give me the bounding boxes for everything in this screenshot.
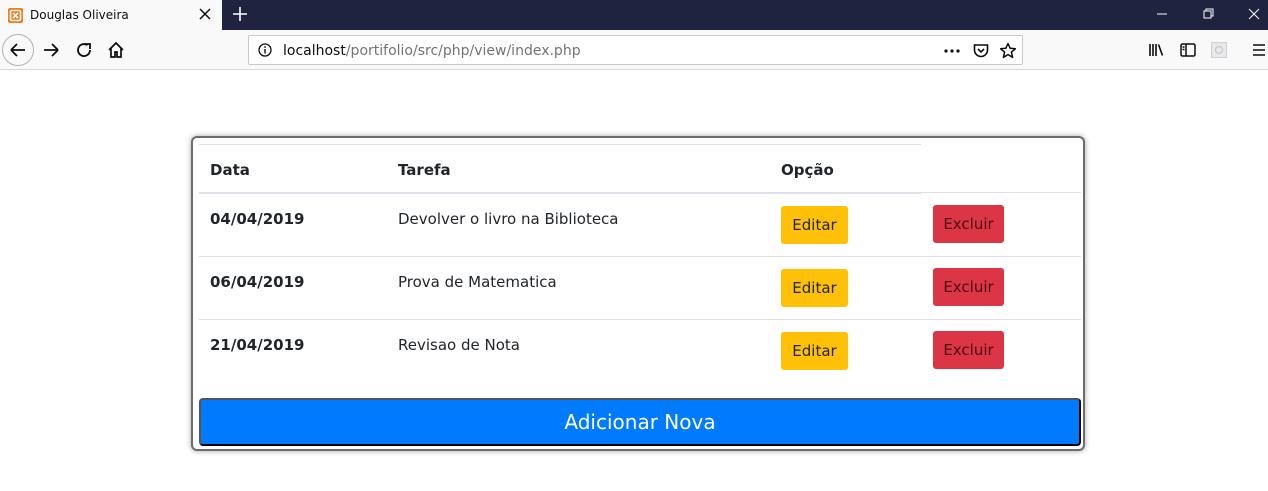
row-task: Devolver o livro na Biblioteca [398,210,619,228]
table-row: 06/04/2019 Prova de Matematica Editar Ex… [199,256,1081,319]
browser-navbar: localhost/portifolio/src/php/view/index.… [0,30,1268,70]
home-icon[interactable] [107,41,125,59]
browser-tab[interactable]: Douglas Oliveira [0,0,222,30]
info-icon[interactable] [258,43,272,57]
url-bar[interactable]: localhost/portifolio/src/php/view/index.… [248,35,1023,65]
browser-titlebar: Douglas Oliveira [0,0,1268,30]
minimize-icon[interactable] [1154,6,1170,22]
restore-icon[interactable] [1200,6,1216,22]
back-arrow-icon[interactable] [2,34,34,66]
pocket-icon[interactable] [972,42,990,60]
column-header-task: Tarefa [398,161,451,179]
url-path: /portifolio/src/php/view/index.php [345,43,581,59]
reload-icon[interactable] [75,41,93,59]
sidebar-icon[interactable] [1179,41,1197,59]
url-text: localhost/portifolio/src/php/view/index.… [283,43,581,59]
window-close-icon[interactable] [1246,6,1262,22]
url-host: localhost [283,43,346,59]
delete-button[interactable]: Excluir [933,205,1004,243]
xampp-favicon-icon [8,8,23,23]
forward-arrow-icon[interactable] [42,41,60,59]
column-header-option: Opção [781,161,834,179]
row-date: 06/04/2019 [210,273,305,291]
row-divider [199,319,1081,320]
delete-button[interactable]: Excluir [933,268,1004,306]
edit-button[interactable]: Editar [781,269,848,307]
column-header-date: Data [210,161,250,179]
delete-button[interactable]: Excluir [933,331,1004,369]
star-icon[interactable] [999,42,1017,60]
row-date: 04/04/2019 [210,210,305,228]
edit-button[interactable]: Editar [781,332,848,370]
table-row: 21/04/2019 Revisao de Nota Editar Exclui… [199,319,1081,382]
row-date: 21/04/2019 [210,336,305,354]
row-divider [199,256,1081,257]
row-task: Prova de Matematica [398,273,557,291]
more-horizontal-icon[interactable] [943,42,961,60]
table-header-border-top [199,144,921,145]
hamburger-menu-icon[interactable] [1250,41,1268,59]
edit-button[interactable]: Editar [781,206,848,244]
close-icon[interactable] [198,7,212,21]
library-icon[interactable] [1148,41,1166,59]
plus-icon[interactable] [230,4,250,24]
task-card: Data Tarefa Opção 04/04/2019 Devolver o … [191,136,1085,451]
add-new-button[interactable]: Adicionar Nova [199,398,1081,446]
table-row: 04/04/2019 Devolver o livro na Bibliotec… [199,193,1081,256]
tab-title: Douglas Oliveira [30,8,129,22]
row-task: Revisao de Nota [398,336,520,354]
extension-icon[interactable] [1210,41,1228,59]
